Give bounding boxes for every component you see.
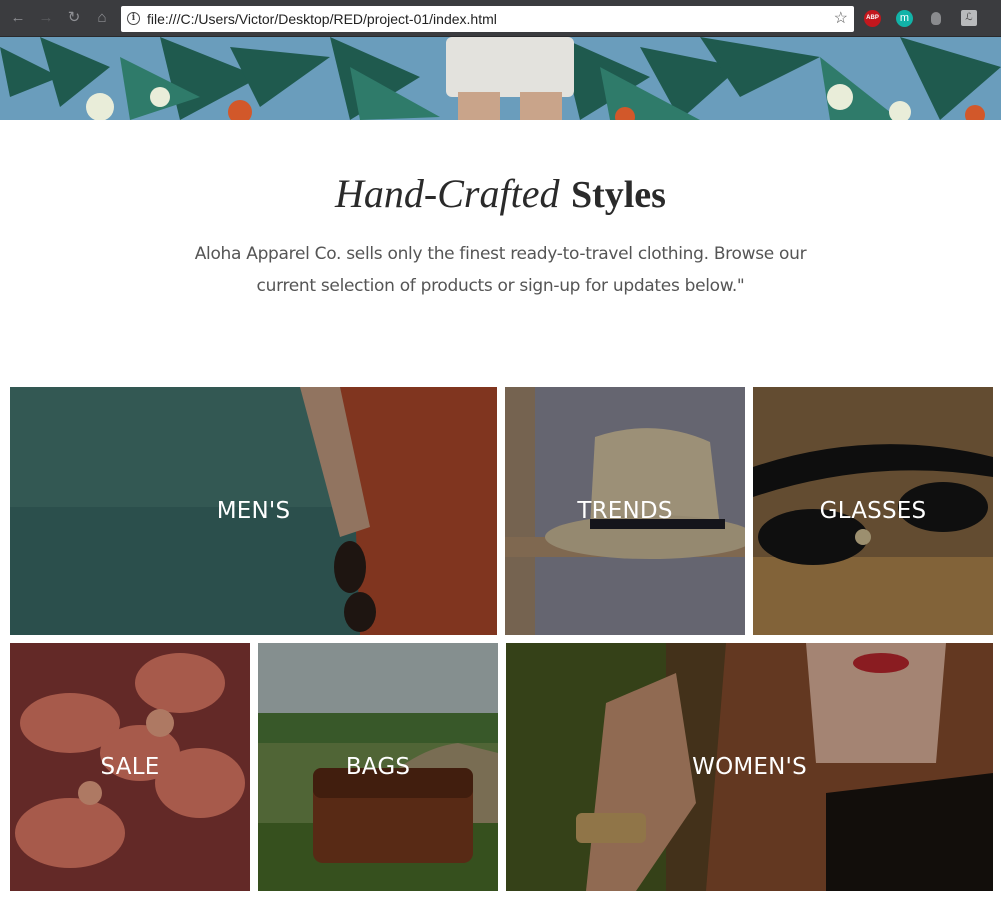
- category-label-trends: TRENDS: [577, 498, 673, 524]
- category-tile-sale[interactable]: SALE: [10, 643, 250, 891]
- forward-arrow-icon[interactable]: →: [36, 8, 56, 28]
- category-label-sale: SALE: [100, 754, 160, 780]
- title-bold: Styles: [570, 174, 666, 216]
- category-label-mens: MEN'S: [216, 498, 291, 524]
- url-input[interactable]: [147, 6, 827, 32]
- category-label-womens: WOMEN'S: [692, 754, 807, 780]
- category-tile-womens[interactable]: WOMEN'S: [506, 643, 993, 891]
- title-light: Hand-Crafted: [335, 171, 560, 216]
- info-icon[interactable]: i: [127, 12, 140, 25]
- category-tile-bags[interactable]: BAGS: [258, 643, 498, 891]
- category-tile-mens[interactable]: MEN'S: [10, 387, 497, 635]
- hero-banner-image: [0, 37, 1001, 120]
- extension-menu-icon[interactable]: ℒ: [961, 10, 977, 26]
- category-label-bags: BAGS: [345, 754, 411, 780]
- page-title: Hand-Crafted Styles: [0, 170, 1001, 220]
- category-label-glasses: GLASSES: [819, 498, 927, 524]
- category-tile-trends[interactable]: TRENDS: [505, 387, 745, 635]
- intro-description: Aloha Apparel Co. sells only the finest …: [194, 244, 807, 296]
- mercury-extension-icon[interactable]: m: [896, 10, 913, 27]
- category-tile-glasses[interactable]: GLASSES: [753, 387, 993, 635]
- address-bar[interactable]: i ☆: [121, 6, 854, 32]
- back-arrow-icon[interactable]: ←: [8, 8, 28, 28]
- browser-toolbar: ← → ↻ ⌂ i ☆ ABP m ℒ: [0, 0, 1001, 37]
- adblock-plus-icon[interactable]: ABP: [864, 10, 881, 27]
- home-icon[interactable]: ⌂: [92, 8, 112, 28]
- privacy-extension-icon[interactable]: [931, 12, 941, 25]
- bookmark-star-icon[interactable]: ☆: [834, 9, 848, 29]
- reload-icon[interactable]: ↻: [64, 8, 84, 28]
